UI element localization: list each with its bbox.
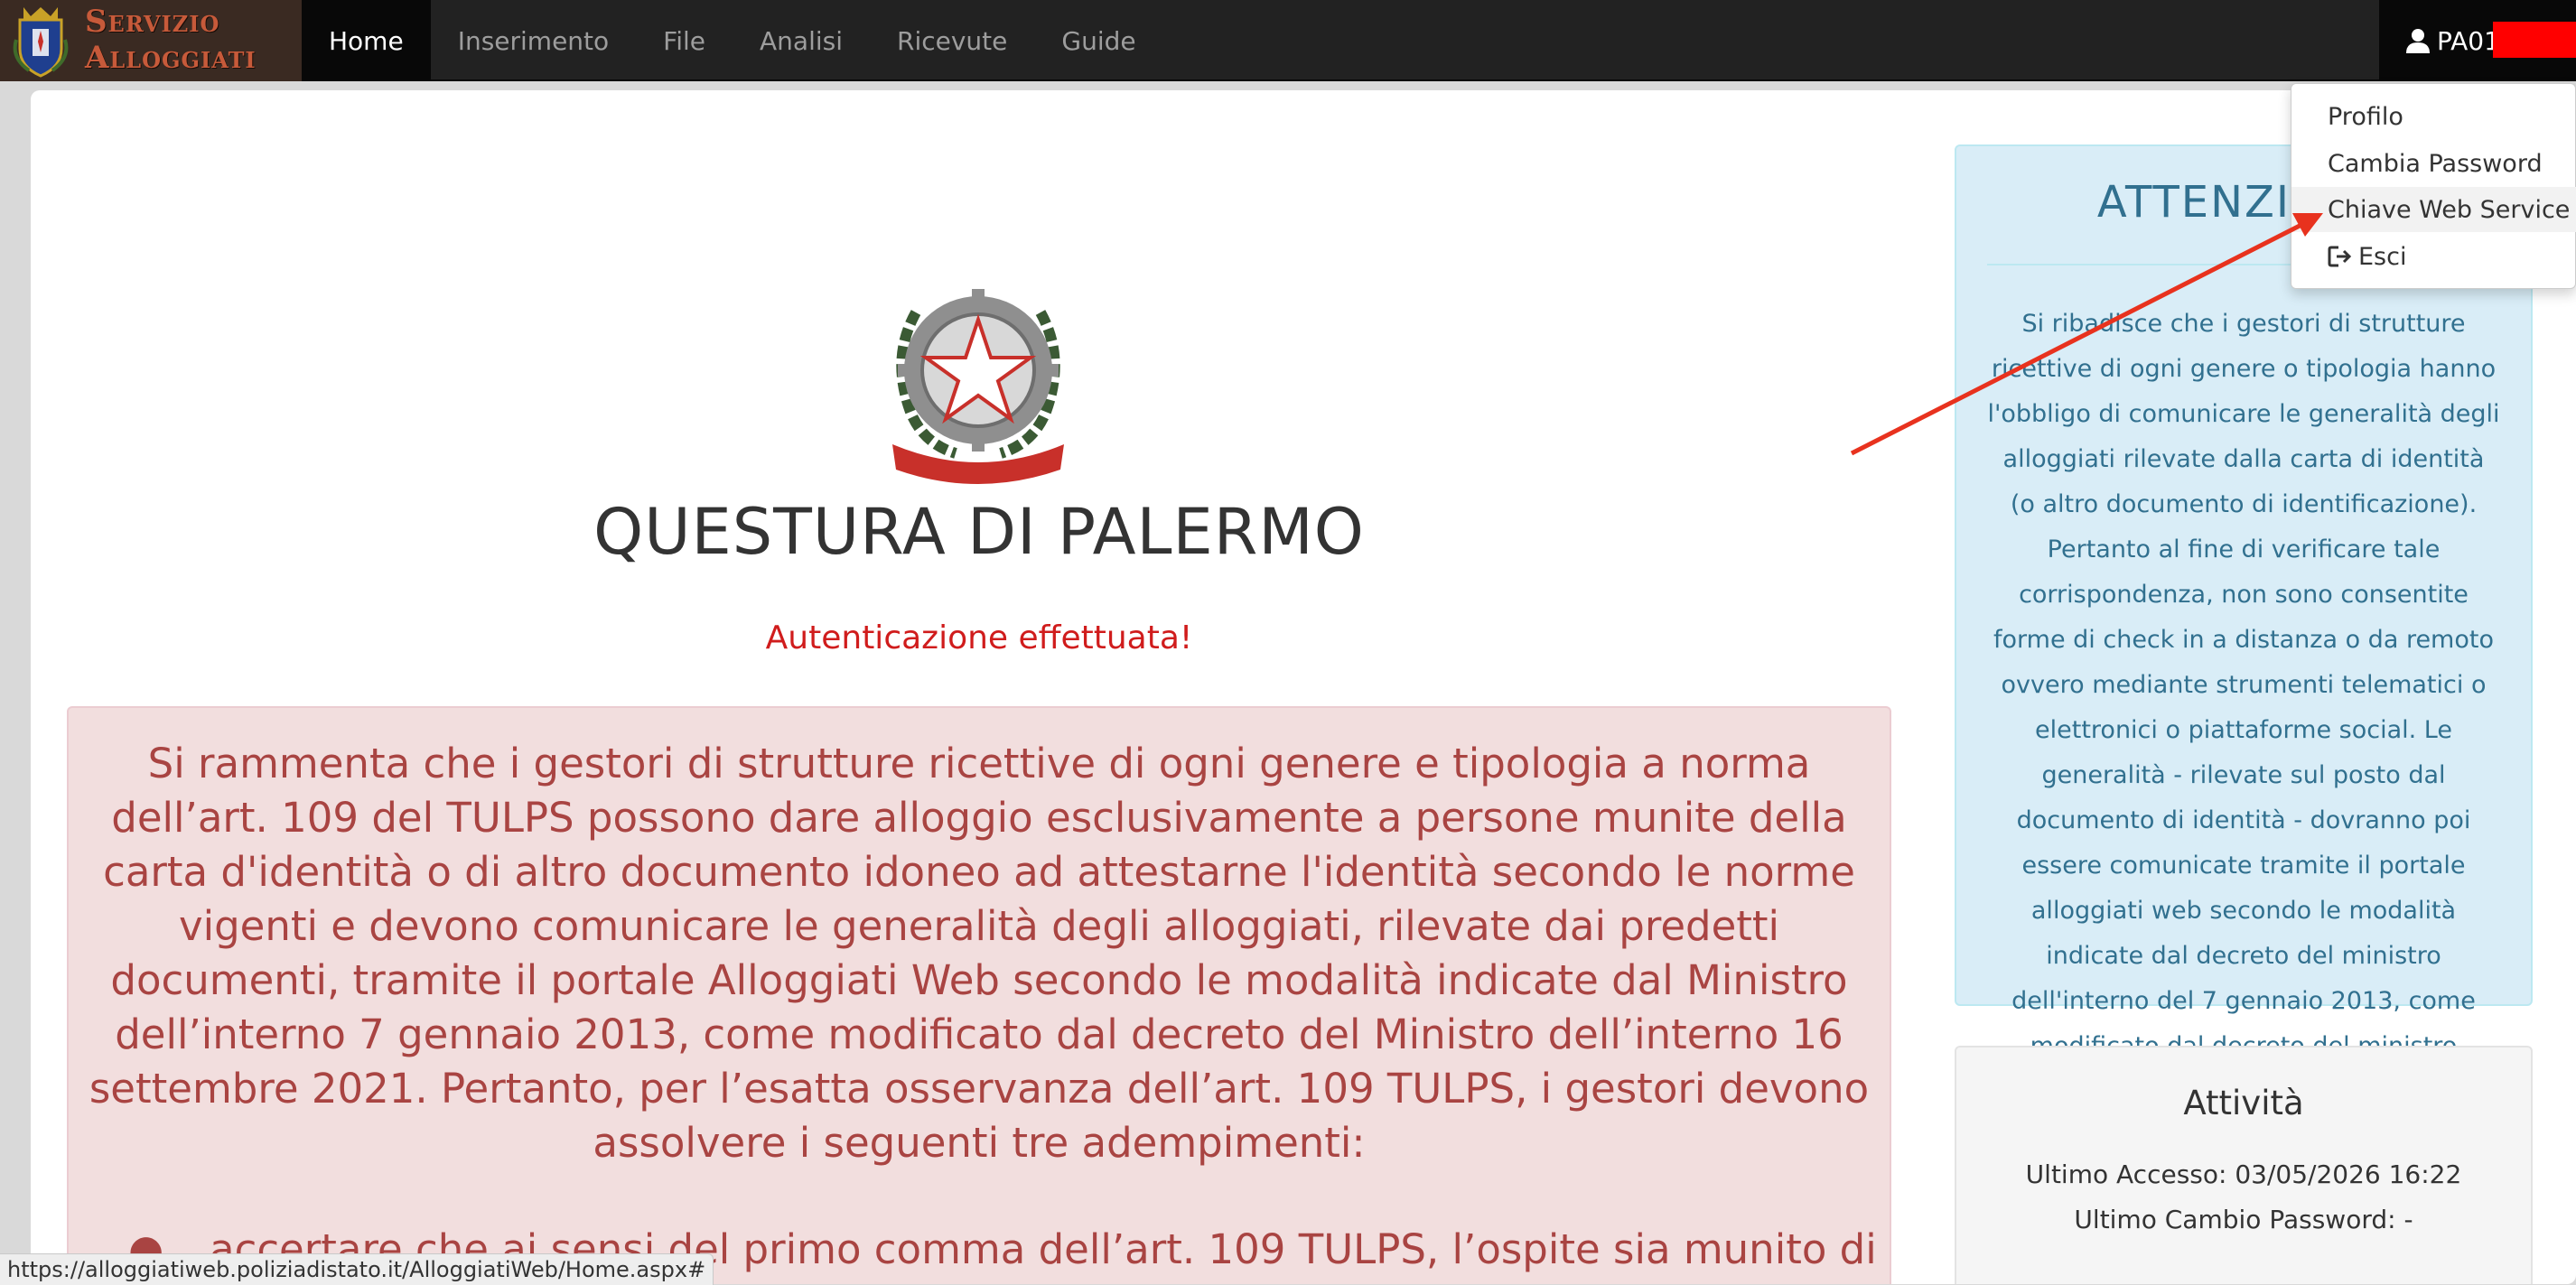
- brand-logo[interactable]: Servizio Alloggiati: [0, 0, 302, 81]
- menu-item-esci[interactable]: Esci: [2291, 234, 2576, 279]
- activity-panel: Attività Ultimo Accesso: 03/05/2026 16:2…: [1955, 1046, 2533, 1284]
- main-menu: Home Inserimento File Analisi Ricevute G…: [302, 0, 1163, 81]
- last-access: Ultimo Accesso: 03/05/2026 16:22: [2025, 1159, 2462, 1189]
- nav-ricevute[interactable]: Ricevute: [870, 0, 1034, 81]
- menu-item-label: Profilo: [2328, 102, 2403, 131]
- menu-item-label: Chiave Web Service: [2328, 195, 2571, 224]
- menu-item-label: Esci: [2358, 242, 2407, 271]
- alert-text: Si rammenta che i gestori di strutture r…: [89, 740, 1870, 1167]
- menu-item-cambia-password[interactable]: Cambia Password: [2291, 141, 2576, 186]
- police-crest-icon: [13, 7, 69, 78]
- activity-title: Attività: [2183, 1084, 2304, 1122]
- last-password-change: Ultimo Cambio Password: -: [2074, 1205, 2413, 1234]
- nav-guide[interactable]: Guide: [1034, 0, 1162, 81]
- status-bar-url: https://alloggiatiweb.poliziadistato.it/…: [0, 1253, 714, 1285]
- page-title: QUESTURA DI PALERMO: [593, 495, 1365, 569]
- attention-body: Si ribadisce che i gestori di strutture …: [1987, 310, 2500, 1105]
- italian-republic-emblem-icon: [892, 289, 1064, 484]
- top-navbar: Servizio Alloggiati Home Inserimento Fil…: [0, 0, 2576, 81]
- nav-inserimento[interactable]: Inserimento: [431, 0, 636, 81]
- tulps-alert-box: Si rammenta che i gestori di strutture r…: [67, 706, 1891, 1284]
- user-dropdown-menu: Profilo Cambia Password Chiave Web Servi…: [2291, 83, 2576, 289]
- user-icon: [2406, 29, 2430, 53]
- nav-home[interactable]: Home: [302, 0, 431, 81]
- menu-item-chiave-web-service[interactable]: Chiave Web Service: [2291, 187, 2576, 232]
- menu-item-profilo[interactable]: Profilo: [2291, 94, 2576, 139]
- user-name: PA01: [2437, 25, 2500, 56]
- nav-file[interactable]: File: [636, 0, 733, 81]
- menu-item-label: Cambia Password: [2328, 149, 2543, 178]
- logout-icon: [2328, 246, 2352, 267]
- redaction-mark: [2493, 22, 2576, 58]
- nav-analisi[interactable]: Analisi: [733, 0, 870, 81]
- auth-success-message: Autenticazione effettuata!: [765, 619, 1193, 656]
- brand-name: Servizio Alloggiati: [85, 4, 257, 76]
